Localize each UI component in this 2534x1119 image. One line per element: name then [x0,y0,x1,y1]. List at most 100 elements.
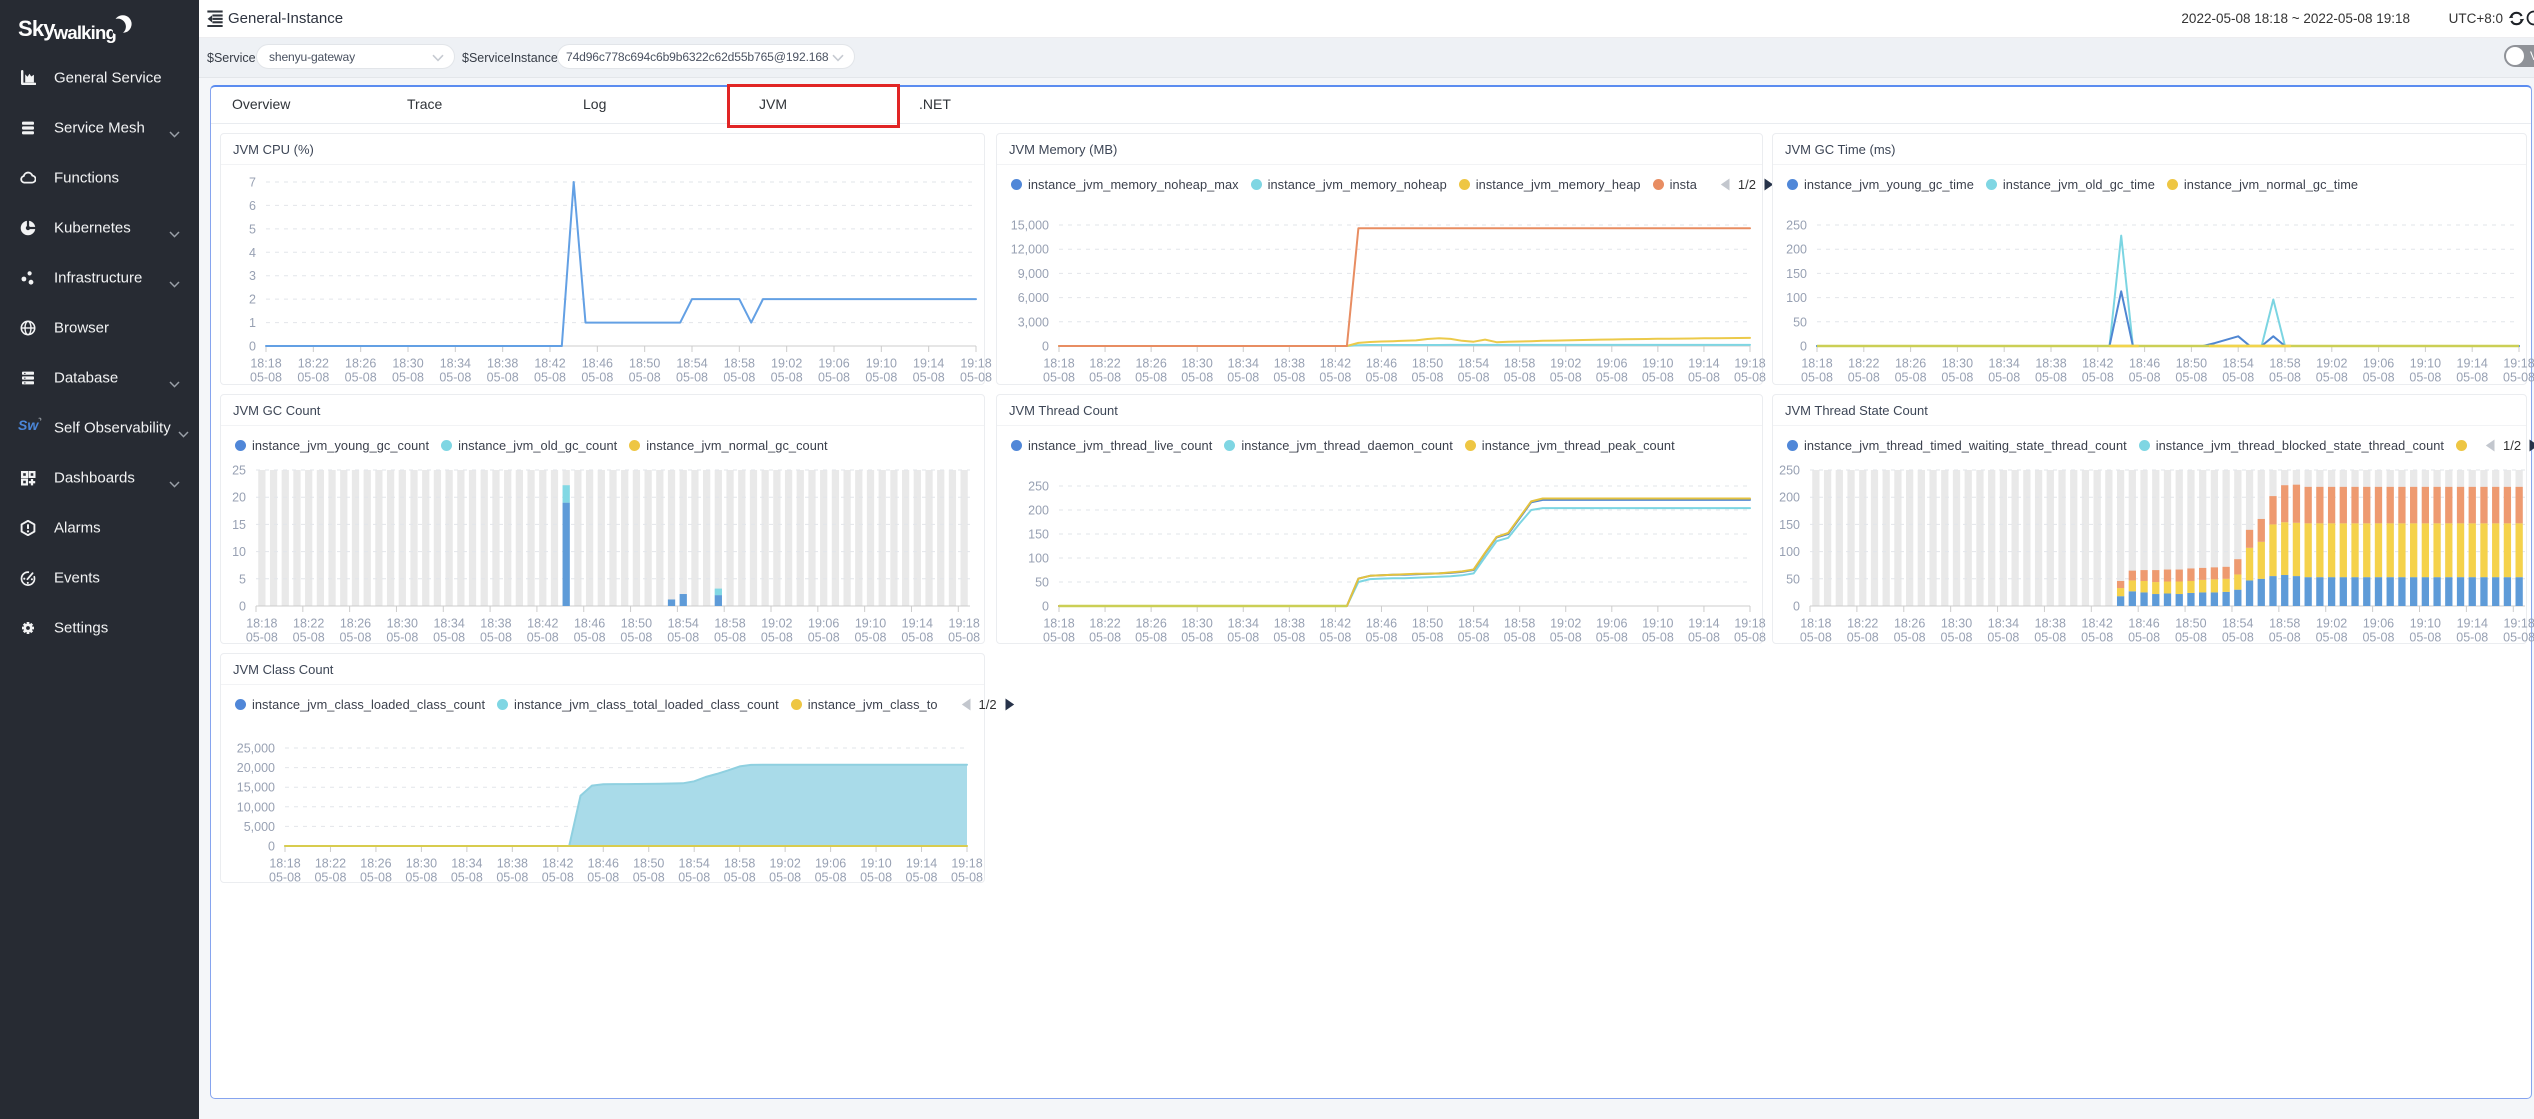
legend-page-next-icon[interactable] [1005,698,1015,711]
sidebar-item-dashboards[interactable]: Dashboards [0,453,199,503]
svg-text:18:34: 18:34 [1228,617,1259,631]
chart-line[interactable]: 0123456718:1805-0818:2205-0818:2605-0818… [221,134,986,386]
svg-text:05-08: 05-08 [1642,371,1674,385]
skywalking-logo[interactable]: Skywalking [18,16,116,46]
svg-text:05-08: 05-08 [392,371,424,385]
chart-bar[interactable]: 05010015020025018:1805-0818:2205-0818:26… [1773,395,2528,645]
svg-text:250: 250 [1779,464,1800,478]
svg-text:05-08: 05-08 [2222,631,2254,645]
svg-text:19:10: 19:10 [1642,357,1673,371]
chart-bar[interactable]: 051015202518:1805-0818:2205-0818:2605-08… [221,395,986,645]
service-instance-select[interactable]: 74d96c778c694c6b9b6322c62d55b765@192.168 [557,44,855,69]
svg-text:18:58: 18:58 [2269,617,2300,631]
chart-line[interactable]: 05010015020025018:1805-0818:2205-0818:26… [997,395,1764,645]
svg-text:05-08: 05-08 [1043,631,1075,645]
svg-text:18:34: 18:34 [433,617,464,631]
svg-text:05-08: 05-08 [1227,631,1259,645]
svg-text:18:30: 18:30 [406,857,437,871]
sidebar-item-label: General Service [54,70,162,87]
sidebar-item-kubernetes[interactable]: Kubernetes [0,203,199,253]
svg-text:5,000: 5,000 [244,820,275,834]
chart-line[interactable]: 03,0006,0009,00012,00015,00018:1805-0818… [997,134,1764,386]
sidebar-item-general-service[interactable]: General Service [0,53,199,103]
svg-text:05-08: 05-08 [1504,371,1536,385]
sidebar-item-settings[interactable]: Settings [0,603,199,653]
tab-net[interactable]: .NET [919,85,951,123]
cloud-icon [20,170,36,186]
svg-text:18:34: 18:34 [1989,357,2020,371]
view-mode-toggle[interactable]: V [2504,45,2534,67]
panel-jvm-gc-time-ms-: JVM GC Time (ms)instance_jvm_young_gc_ti… [1772,133,2527,385]
svg-text:05-08: 05-08 [2175,631,2207,645]
svg-text:19:06: 19:06 [818,357,849,371]
sidebar-item-browser[interactable]: Browser [0,303,199,353]
crescent-moon-icon [113,13,132,35]
chart-area[interactable]: 05,00010,00015,00020,00025,00018:1805-08… [221,654,986,884]
svg-text:05-08: 05-08 [1273,371,1305,385]
svg-text:05-08: 05-08 [667,631,699,645]
svg-text:05-08: 05-08 [1089,371,1121,385]
svg-text:0: 0 [268,840,275,854]
svg-text:05-08: 05-08 [1319,631,1351,645]
svg-text:05-08: 05-08 [860,871,892,885]
svg-text:18:18: 18:18 [250,357,281,371]
svg-text:18:26: 18:26 [1135,357,1166,371]
legend-page-next-icon[interactable] [2529,439,2534,452]
svg-text:18:54: 18:54 [2222,617,2253,631]
sidebar-item-label: Settings [54,620,108,637]
sidebar-item-service-mesh[interactable]: Service Mesh [0,103,199,153]
svg-text:18:54: 18:54 [1458,357,1489,371]
svg-text:05-08: 05-08 [678,871,710,885]
svg-text:05-08: 05-08 [360,871,392,885]
panel-jvm-thread-count: JVM Thread Countinstance_jvm_thread_live… [996,394,1763,644]
svg-text:05-08: 05-08 [1941,371,1973,385]
svg-text:18:38: 18:38 [1274,357,1305,371]
service-select[interactable]: shenyu-gateway [256,44,455,69]
svg-text:05-08: 05-08 [386,631,418,645]
layers-icon [20,120,36,136]
svg-text:19:02: 19:02 [769,857,800,871]
main-area: General-Instance 2022-05-08 18:18 ~ 2022… [199,0,2534,1119]
svg-text:05-08: 05-08 [293,631,325,645]
chart-line[interactable]: 05010015020025018:1805-0818:2205-0818:26… [1773,134,2528,386]
refresh-icon[interactable] [2508,10,2525,27]
tab-trace[interactable]: Trace [407,85,442,123]
svg-text:05-08: 05-08 [1688,631,1720,645]
sidebar-item-alarms[interactable]: Alarms [0,503,199,553]
svg-text:05-08: 05-08 [574,631,606,645]
utc-offset[interactable]: UTC+8:0 [2449,11,2503,26]
svg-text:05-08: 05-08 [2175,371,2207,385]
sidebar-item-label: Events [54,570,100,587]
svg-text:25,000: 25,000 [237,742,275,756]
svg-text:18:22: 18:22 [1847,617,1878,631]
svg-text:18:46: 18:46 [2129,357,2160,371]
svg-text:05-08: 05-08 [2128,631,2160,645]
sidebar-item-functions[interactable]: Functions [0,153,199,203]
svg-text:05-08: 05-08 [1227,371,1259,385]
svg-text:19:06: 19:06 [2363,357,2394,371]
chevron-down-icon [169,125,180,143]
tab-overview[interactable]: Overview [232,85,290,123]
svg-text:05-08: 05-08 [2362,631,2394,645]
svg-text:05-08: 05-08 [314,871,346,885]
partial-clock-icon[interactable] [2526,10,2534,26]
svg-text:20: 20 [232,491,246,505]
pie-icon [20,220,36,236]
menu-fold-icon[interactable] [207,10,223,27]
svg-text:18:50: 18:50 [1412,617,1443,631]
tab-log[interactable]: Log [583,85,606,123]
svg-text:18:50: 18:50 [629,357,660,371]
time-range[interactable]: 2022-05-08 18:18 ~ 2022-05-08 19:18 [2181,11,2410,26]
sidebar-item-events[interactable]: Events [0,553,199,603]
svg-text:18:34: 18:34 [451,857,482,871]
sidebar-item-label: Infrastructure [54,270,142,287]
alarm-hexagon-icon [20,520,36,536]
svg-text:18:26: 18:26 [1895,357,1926,371]
sidebar-item-self-observability[interactable]: SwSelf Observability [0,403,199,453]
svg-text:18:42: 18:42 [2082,617,2113,631]
svg-text:18:58: 18:58 [724,857,755,871]
svg-text:19:06: 19:06 [1596,357,1627,371]
sidebar-item-database[interactable]: Database [0,353,199,403]
sidebar-item-infrastructure[interactable]: Infrastructure [0,253,199,303]
service-instance-select-value: 74d96c778c694c6b9b6322c62d55b765@192.168 [566,50,829,64]
